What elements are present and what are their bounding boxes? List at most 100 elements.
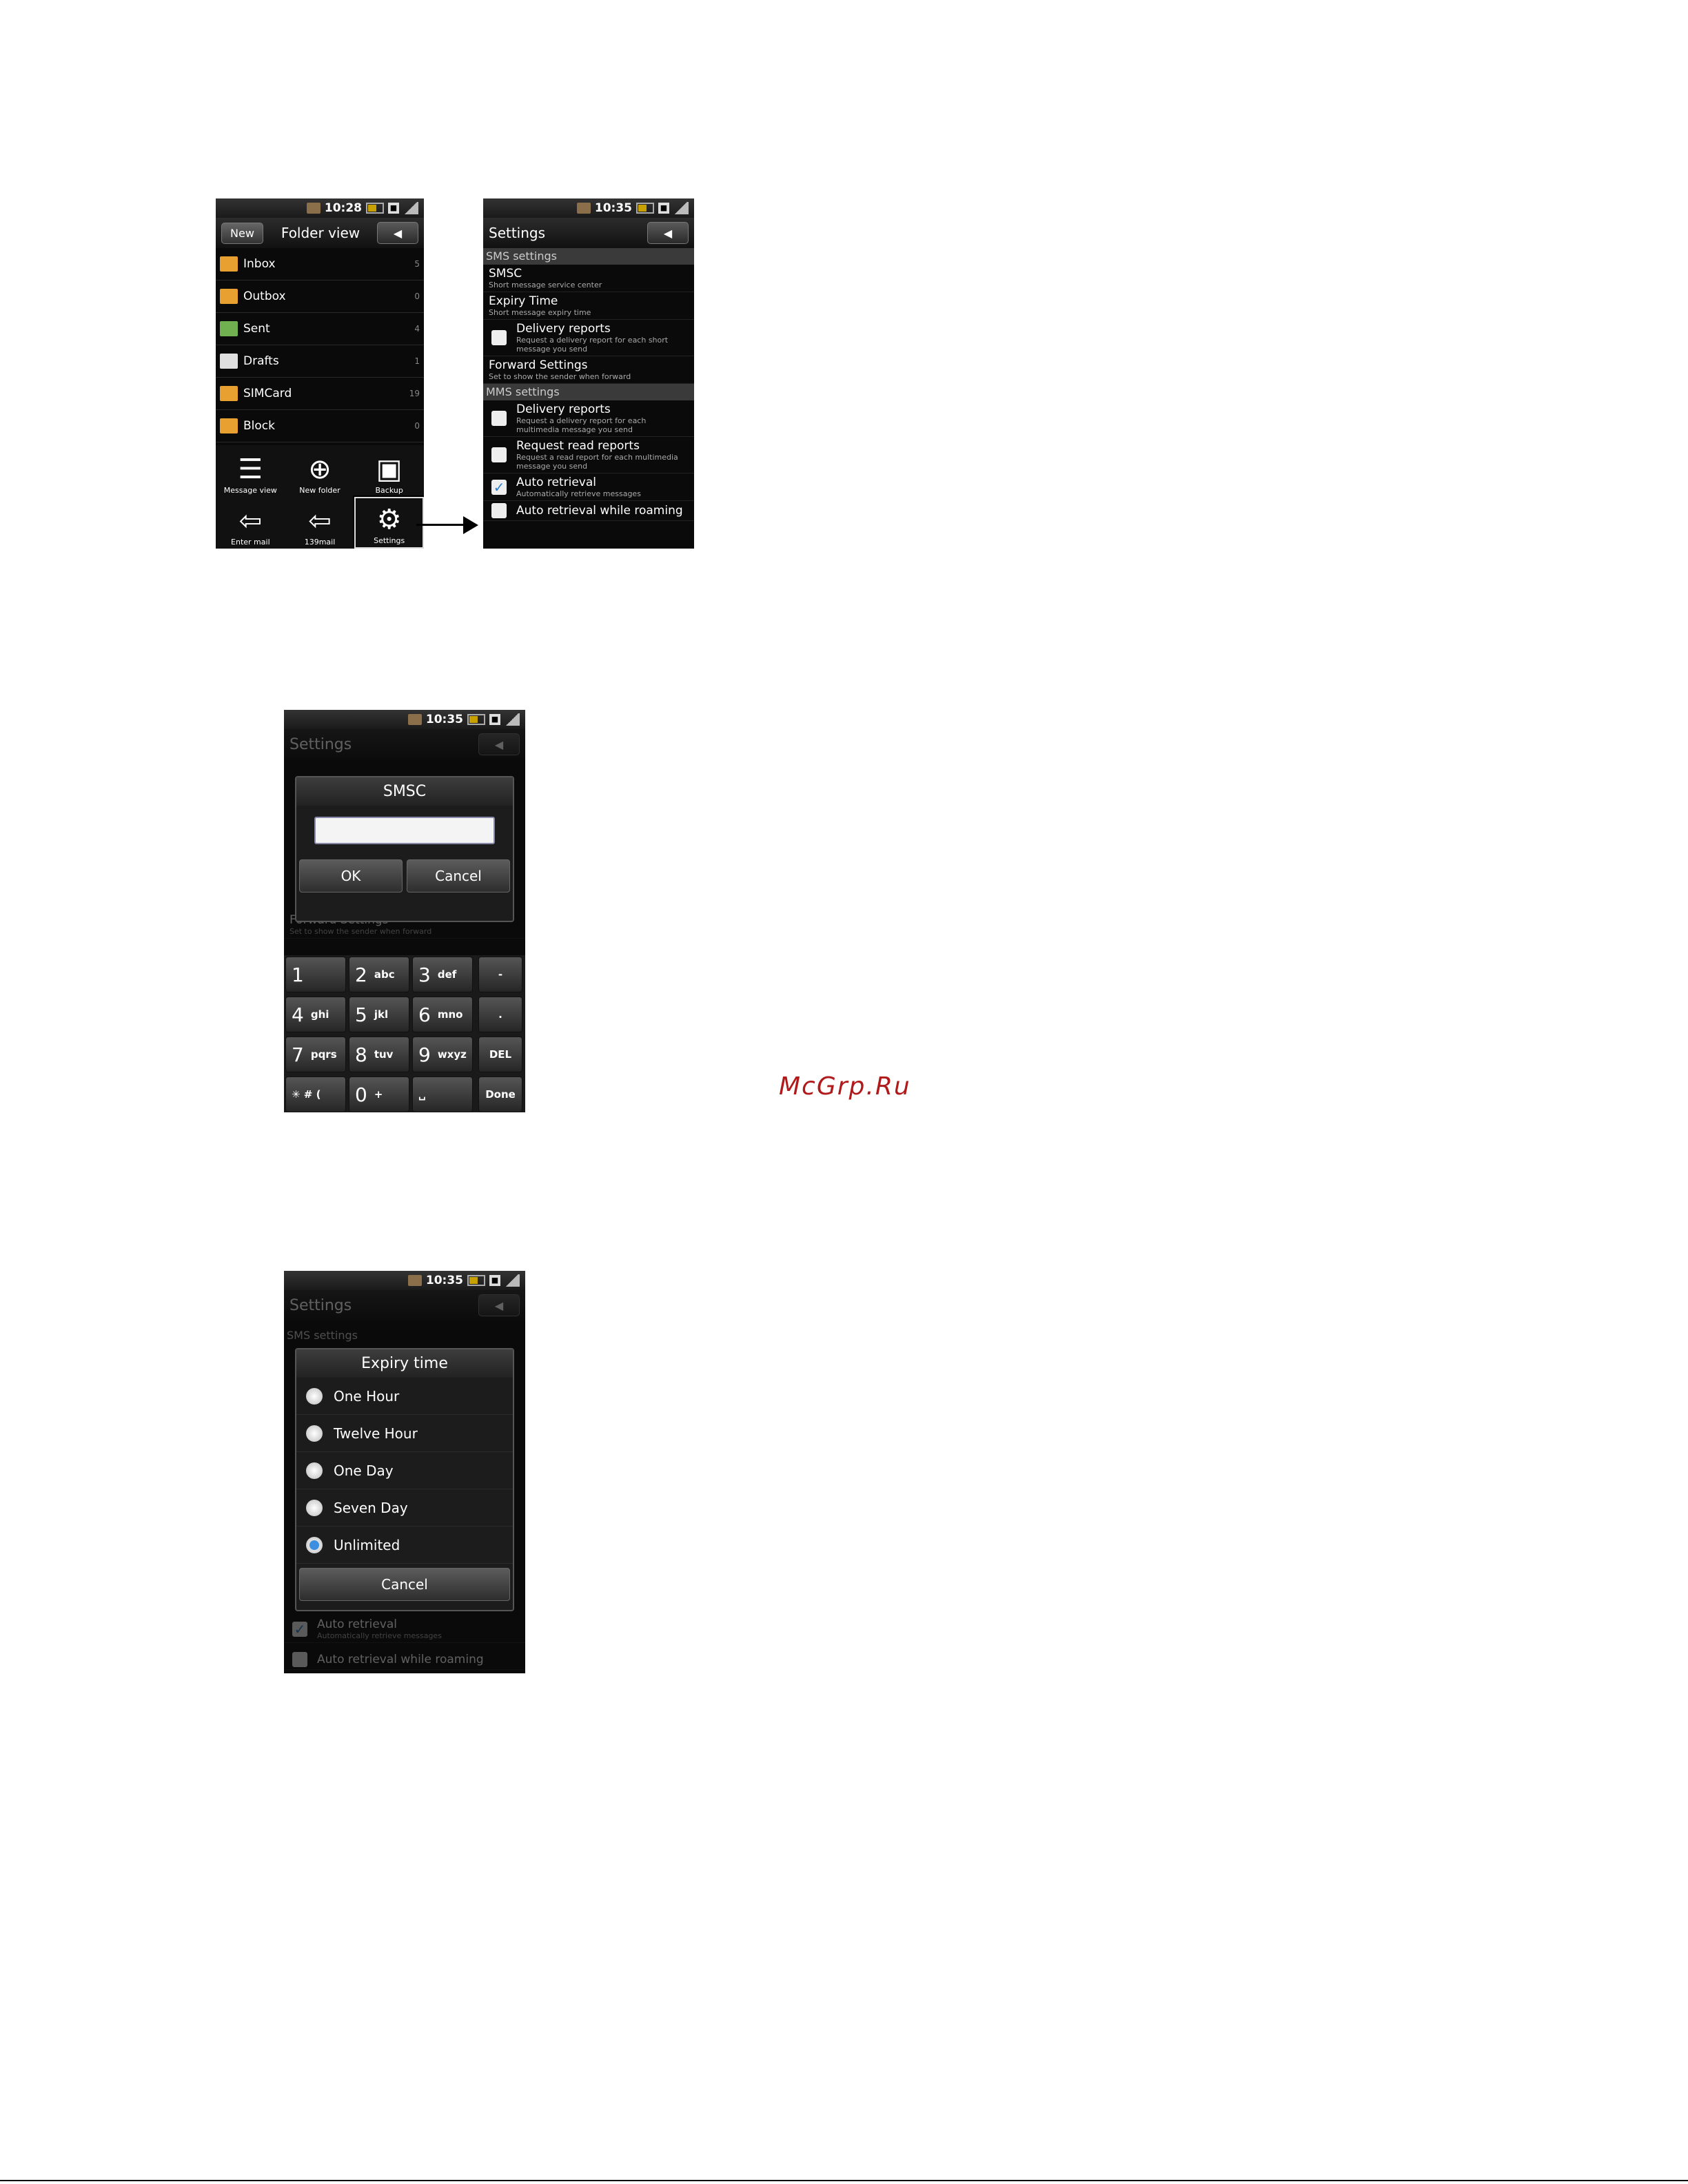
pref-summary: Request a delivery report for each short…: [516, 336, 669, 354]
back-arrow-icon: ◀: [494, 737, 504, 751]
read-reports-setting[interactable]: Request read reports Request a read repo…: [483, 437, 694, 473]
back-button[interactable]: ◀: [647, 222, 689, 244]
folder-icon: [220, 354, 238, 369]
keypad-key[interactable]: Done: [478, 1076, 522, 1112]
mms-delivery-reports-setting[interactable]: Delivery reports Request a delivery repo…: [483, 400, 694, 437]
mms-settings-header: MMS settings: [483, 384, 694, 400]
keypad-key[interactable]: DEL: [478, 1037, 522, 1072]
menu-item-label: Backup: [375, 486, 403, 495]
key-letters: jkl: [374, 1008, 389, 1021]
pref-summary: Short message service center: [489, 280, 602, 289]
keypad-key[interactable]: 9 wxyz: [412, 1037, 473, 1072]
pref-summary: Request a delivery report for each multi…: [516, 416, 647, 434]
status-time: 10:35: [594, 201, 632, 215]
radio-icon[interactable]: [306, 1462, 323, 1479]
keypad-key[interactable]: 2 abc: [349, 957, 409, 992]
checkbox[interactable]: [491, 411, 507, 426]
menu-item-message-view[interactable]: ☰ Message view: [216, 445, 285, 497]
pref-title: Request read reports: [516, 439, 640, 453]
expiry-time-setting[interactable]: Expiry Time Short message expiry time: [483, 292, 694, 320]
menu-item-new-folder[interactable]: ⊕ New folder: [285, 445, 355, 497]
checkbox[interactable]: [491, 330, 507, 345]
expiry-option[interactable]: Seven Day: [296, 1489, 513, 1527]
new-button[interactable]: New: [221, 222, 263, 244]
folder-item[interactable]: Sent 4: [216, 313, 424, 345]
key-letters: .: [498, 1008, 502, 1021]
smsc-input[interactable]: [314, 817, 495, 844]
sms-delivery-reports-setting[interactable]: Delivery reports Request a delivery repo…: [483, 320, 694, 356]
option-label: One Day: [334, 1462, 394, 1479]
keypad-key[interactable]: .: [478, 997, 522, 1032]
pref-title: Auto retrieval while roaming: [317, 1653, 484, 1666]
keypad-key[interactable]: 3 def: [412, 957, 473, 992]
page-title: Folder view: [281, 225, 360, 241]
menu-item-enter-mail[interactable]: ⇦ Enter mail: [216, 497, 285, 549]
keypad-key[interactable]: 5 jkl: [349, 997, 409, 1032]
folder-item[interactable]: Drafts 1: [216, 345, 424, 378]
forward-settings[interactable]: Forward Settings Set to show the sender …: [483, 356, 694, 384]
cancel-button[interactable]: Cancel: [407, 859, 510, 892]
auto-retrieval-setting[interactable]: ✓ Auto retrieval Automatically retrieve …: [483, 473, 694, 501]
keypad-key[interactable]: 6 mno: [412, 997, 473, 1032]
folder-item[interactable]: Inbox 5: [216, 248, 424, 280]
cancel-button[interactable]: Cancel: [299, 1568, 510, 1601]
radio-icon[interactable]: [306, 1387, 323, 1405]
keypad-key[interactable]: 7 pqrs: [285, 1037, 346, 1072]
keypad-key[interactable]: ✳ # (: [285, 1076, 346, 1112]
key-digit: 7: [292, 1043, 304, 1066]
key-letters: Done: [485, 1088, 516, 1101]
folder-item[interactable]: SIMCard 19: [216, 378, 424, 410]
menu-item-settings[interactable]: ⚙ Settings: [354, 497, 424, 549]
back-arrow-icon: ◀: [393, 226, 403, 240]
checkbox-checked: ✓: [292, 1621, 307, 1637]
status-bar: 10:35 ■: [483, 198, 694, 218]
keypad-key[interactable]: 4 ghi: [285, 997, 346, 1032]
sim-icon: ■: [388, 203, 399, 214]
back-button[interactable]: ◀: [377, 222, 418, 244]
signal-icon: [505, 713, 520, 726]
keypad-key[interactable]: 8 tuv: [349, 1037, 409, 1072]
menu-item-backup[interactable]: ▣ Backup: [354, 445, 424, 497]
ok-button[interactable]: OK: [299, 859, 403, 892]
back-button[interactable]: ◀: [478, 733, 520, 755]
battery-icon: [467, 714, 485, 725]
gear-icon: ⚙: [376, 504, 402, 535]
folder-name: Drafts: [243, 354, 279, 368]
menu-item-label: Settings: [374, 536, 405, 545]
page-divider: [0, 2180, 1688, 2181]
radio-icon[interactable]: [306, 1425, 323, 1442]
key-letters: ghi: [310, 1008, 329, 1021]
expiry-option[interactable]: One Day: [296, 1452, 513, 1489]
dialog-title: Expiry time: [296, 1349, 513, 1378]
title-bar: New Folder view ◀: [216, 218, 424, 248]
auto-retrieval-roaming-setting[interactable]: Auto retrieval while roaming: [483, 501, 694, 521]
keypad-key[interactable]: 0 +: [349, 1076, 409, 1112]
folder-item[interactable]: Block 0: [216, 410, 424, 442]
keypad-key[interactable]: -: [478, 957, 522, 992]
status-time: 10:35: [425, 713, 463, 726]
checkbox-checked[interactable]: ✓: [491, 479, 507, 495]
folder-count: 4: [414, 324, 420, 334]
radio-selected-icon[interactable]: [306, 1536, 323, 1553]
expiry-option[interactable]: One Hour: [296, 1378, 513, 1415]
keypad-key[interactable]: ␣: [412, 1076, 473, 1112]
back-button[interactable]: ◀: [478, 1294, 520, 1316]
plus-icon: ⊕: [308, 453, 332, 485]
checkbox[interactable]: [491, 503, 507, 518]
folder-item[interactable]: Outbox 0: [216, 280, 424, 313]
key-letters: def: [437, 968, 457, 981]
checkbox[interactable]: [491, 447, 507, 462]
radio-icon[interactable]: [306, 1499, 323, 1516]
key-letters: ␣: [418, 1088, 426, 1101]
expiry-option[interactable]: Twelve Hour: [296, 1415, 513, 1452]
option-label: Seven Day: [334, 1499, 408, 1516]
smsc-setting[interactable]: SMSC Short message service center: [483, 265, 694, 292]
expiry-option[interactable]: Unlimited: [296, 1527, 513, 1564]
menu-item-139mail[interactable]: ⇦ 139mail: [285, 497, 355, 549]
pref-title: Auto retrieval: [317, 1617, 397, 1631]
pref-title: SMSC: [489, 267, 522, 280]
arrow-connector: [416, 524, 467, 526]
key-letters: DEL: [489, 1048, 512, 1061]
folder-name: Sent: [243, 322, 270, 336]
keypad-key[interactable]: 1: [285, 957, 346, 992]
